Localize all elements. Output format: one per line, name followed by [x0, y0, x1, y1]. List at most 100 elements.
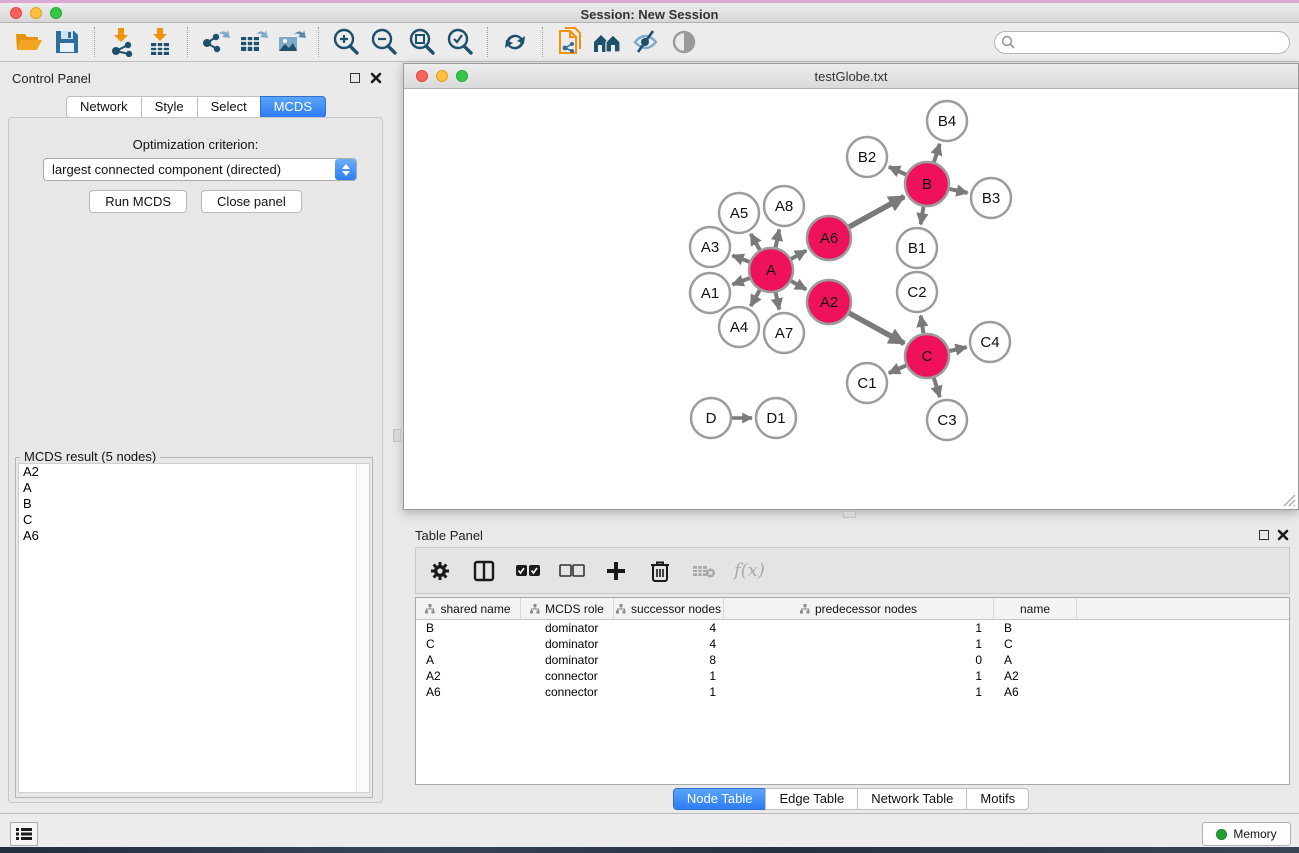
edge-A-A2[interactable]	[791, 281, 806, 289]
cell[interactable]: connector	[521, 684, 614, 700]
edge-A-A8[interactable]	[776, 230, 780, 248]
graph-node-a4[interactable]: A4	[719, 307, 759, 347]
result-item-a6[interactable]: A6	[19, 528, 369, 544]
close-panel-icon[interactable]	[370, 72, 382, 84]
table-row-a2[interactable]: A2connector11A2	[416, 668, 1289, 684]
graph-node-a7[interactable]: A7	[764, 313, 804, 353]
zoom-fit-icon[interactable]	[403, 25, 441, 59]
cell[interactable]: 1	[724, 636, 994, 652]
edge-B-B3[interactable]	[949, 189, 967, 193]
function-builder-icon[interactable]: f(x)	[734, 560, 765, 581]
hide-selection-icon[interactable]	[627, 25, 665, 59]
edge-C-C2[interactable]	[921, 316, 924, 334]
cell[interactable]: 4	[614, 636, 724, 652]
apply-layout-icon[interactable]	[496, 25, 534, 59]
cell[interactable]: 1	[724, 620, 994, 636]
edge-A-A4[interactable]	[751, 290, 760, 306]
graph-node-a5[interactable]: A5	[719, 193, 759, 233]
result-list-scrollbar[interactable]	[356, 464, 369, 792]
horizontal-splitter-grip[interactable]	[843, 511, 856, 518]
cell[interactable]: 1	[724, 684, 994, 700]
tab-network[interactable]: Network	[66, 96, 142, 118]
table-row-b[interactable]: Bdominator41B	[416, 620, 1289, 636]
zoom-selected-icon[interactable]	[441, 25, 479, 59]
graph-node-b3[interactable]: B3	[971, 178, 1011, 218]
edge-A6-B[interactable]	[849, 197, 904, 227]
save-session-icon[interactable]	[48, 25, 86, 59]
unselect-all-columns-icon[interactable]	[558, 557, 586, 585]
graph-node-c2[interactable]: C2	[897, 272, 937, 312]
result-item-b[interactable]: B	[19, 496, 369, 512]
run-mcds-button[interactable]: Run MCDS	[89, 190, 187, 213]
graph-node-b1[interactable]: B1	[897, 228, 937, 268]
table-row-a[interactable]: Adominator80A	[416, 652, 1289, 668]
tab-mcds[interactable]: MCDS	[260, 96, 326, 118]
vertical-splitter-grip[interactable]	[393, 429, 401, 442]
cell[interactable]: A2	[416, 668, 521, 684]
cell[interactable]: A6	[994, 684, 1077, 700]
cell[interactable]: 1	[614, 668, 724, 684]
float-panel-icon[interactable]	[350, 73, 360, 83]
cell[interactable]: dominator	[521, 636, 614, 652]
first-neighbors-icon[interactable]	[589, 25, 627, 59]
edge-C-C4[interactable]	[949, 347, 966, 351]
cell[interactable]: 8	[614, 652, 724, 668]
tab-style[interactable]: Style	[141, 96, 198, 118]
export-table-icon[interactable]	[234, 25, 272, 59]
graph-node-a2[interactable]: A2	[807, 280, 851, 324]
cell[interactable]: A	[994, 652, 1077, 668]
graph-node-a3[interactable]: A3	[690, 227, 730, 267]
destroy-table-icon[interactable]	[690, 557, 718, 585]
edge-A-A6[interactable]	[791, 251, 806, 259]
optimization-criterion-select[interactable]: largest connected component (directed)	[43, 158, 357, 181]
zoom-out-icon[interactable]	[365, 25, 403, 59]
cell[interactable]: C	[416, 636, 521, 652]
export-network-icon[interactable]	[196, 25, 234, 59]
graph-node-c1[interactable]: C1	[847, 363, 887, 403]
graph-node-d1[interactable]: D1	[756, 398, 796, 438]
cell[interactable]: B	[416, 620, 521, 636]
graph-node-c4[interactable]: C4	[970, 322, 1010, 362]
edge-A-A7[interactable]	[776, 293, 780, 310]
zoom-in-icon[interactable]	[327, 25, 365, 59]
cell[interactable]: C	[994, 636, 1077, 652]
graph-node-a8[interactable]: A8	[764, 186, 804, 226]
edge-C-C3[interactable]	[934, 378, 940, 397]
search-input[interactable]	[994, 31, 1290, 54]
graph-node-a[interactable]: A	[749, 248, 793, 292]
memory-button[interactable]: Memory	[1202, 822, 1291, 846]
cell[interactable]: B	[994, 620, 1077, 636]
cell[interactable]: 4	[614, 620, 724, 636]
column-header-successor-nodes[interactable]: successor nodes	[614, 598, 724, 619]
column-header-MCDS-role[interactable]: MCDS role	[521, 598, 614, 619]
select-all-columns-icon[interactable]	[514, 557, 542, 585]
network-from-selection-icon[interactable]	[551, 25, 589, 59]
cell[interactable]: dominator	[521, 652, 614, 668]
tab-motifs[interactable]: Motifs	[966, 788, 1029, 810]
table-row-c[interactable]: Cdominator41C	[416, 636, 1289, 652]
result-item-c[interactable]: C	[19, 512, 369, 528]
graph-node-d[interactable]: D	[691, 398, 731, 438]
create-column-icon[interactable]	[602, 557, 630, 585]
edge-B-B4[interactable]	[934, 144, 940, 162]
edge-A-A3[interactable]	[732, 255, 749, 261]
split-panel-icon[interactable]	[470, 557, 498, 585]
cell[interactable]: A	[416, 652, 521, 668]
close-panel-icon[interactable]	[1277, 529, 1289, 541]
import-table-icon[interactable]	[141, 25, 179, 59]
task-history-button[interactable]	[10, 822, 38, 846]
float-panel-icon[interactable]	[1259, 530, 1269, 540]
graph-node-b4[interactable]: B4	[927, 101, 967, 141]
cell[interactable]: 0	[724, 652, 994, 668]
graph-node-b[interactable]: B	[905, 162, 949, 206]
graph-node-b2[interactable]: B2	[847, 137, 887, 177]
network-canvas[interactable]: B4B2BB3A8A5A6A3B1AC2A1A2A4A7C4CC1DD1C3	[404, 89, 1298, 509]
result-item-a2[interactable]: A2	[19, 464, 369, 480]
column-header-shared-name[interactable]: shared name	[416, 598, 521, 619]
table-row-a6[interactable]: A6connector11A6	[416, 684, 1289, 700]
cell[interactable]: connector	[521, 668, 614, 684]
column-header-name[interactable]: name	[994, 598, 1077, 619]
table-options-icon[interactable]	[426, 557, 454, 585]
tab-network-table[interactable]: Network Table	[857, 788, 967, 810]
cell[interactable]: dominator	[521, 620, 614, 636]
